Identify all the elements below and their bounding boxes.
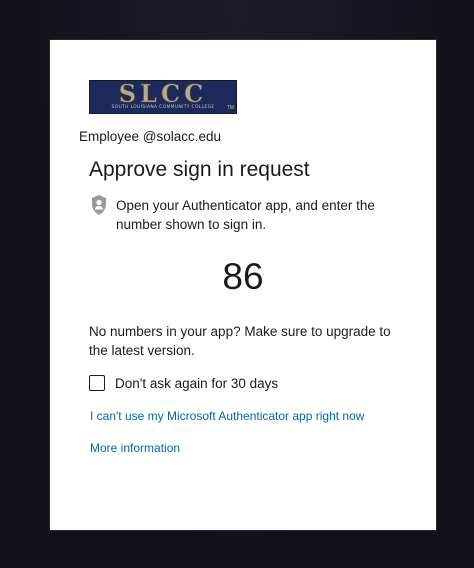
more-information-link[interactable]: More information	[90, 441, 180, 455]
lock-person-icon	[92, 195, 106, 215]
instruction-text: Open your Authenticator app, and enter t…	[116, 198, 375, 232]
sign-in-card: SLCC SOUTH LOUISIANA COMMUNITY COLLEGE T…	[50, 40, 436, 530]
logo-subtitle: SOUTH LOUISIANA COMMUNITY COLLEGE	[111, 105, 215, 110]
logo-trademark: TM	[226, 105, 234, 111]
logo-text: SLCC	[118, 79, 208, 108]
upgrade-notice: No numbers in your app? Make sure to upg…	[89, 324, 391, 358]
account-identifier: Employee @solacc.edu	[79, 129, 222, 144]
cant-use-authenticator-link[interactable]: I can't use my Microsoft Authenticator a…	[90, 409, 364, 423]
dont-ask-again-row[interactable]: Don't ask again for 30 days	[89, 375, 278, 391]
dont-ask-again-checkbox[interactable]	[89, 375, 105, 391]
dont-ask-again-label[interactable]: Don't ask again for 30 days	[115, 376, 278, 391]
page-title: Approve sign in request	[89, 158, 310, 181]
verification-number: 86	[222, 256, 264, 297]
slcc-logo: SLCC SOUTH LOUISIANA COMMUNITY COLLEGE T…	[89, 80, 237, 114]
